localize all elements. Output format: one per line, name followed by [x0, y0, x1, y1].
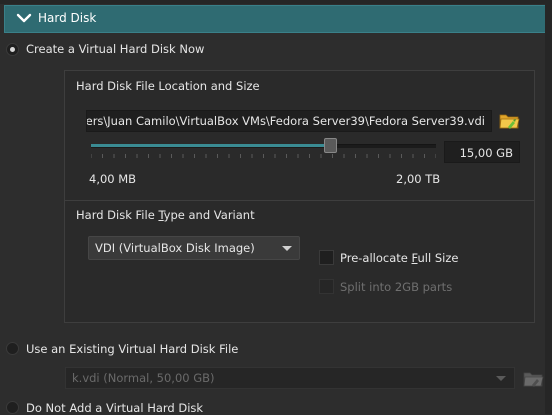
- option-do-not-add-label: Do Not Add a Virtual Hard Disk: [26, 401, 204, 415]
- slider-ticks: [91, 154, 436, 158]
- folder-open-icon[interactable]: [522, 367, 544, 389]
- dropdown-arrow-icon: [496, 376, 506, 381]
- disk-type-selected: VDI (VirtualBox Disk Image): [95, 241, 255, 255]
- type-variant-heading: Hard Disk File Type and Variant: [76, 208, 255, 222]
- disk-file-path-value: C:\Users\Juan Camilo\VirtualBox VMs\Fedo…: [86, 114, 485, 128]
- top-strip: [0, 0, 552, 4]
- right-border: [545, 0, 552, 414]
- chevron-down-icon: [16, 13, 32, 23]
- option-create-new-label: Create a Virtual Hard Disk Now: [26, 42, 205, 56]
- section-header-hard-disk[interactable]: Hard Disk: [4, 5, 547, 33]
- existing-disk-dropdown[interactable]: k.vdi (Normal, 50,00 GB): [65, 367, 515, 389]
- disk-type-dropdown[interactable]: VDI (VirtualBox Disk Image): [88, 236, 300, 260]
- dropdown-arrow-icon: [282, 246, 292, 251]
- disk-size-slider-handle[interactable]: [323, 138, 337, 153]
- disk-file-path-input[interactable]: C:\Users\Juan Camilo\VirtualBox VMs\Fedo…: [86, 110, 492, 132]
- radio-use-existing[interactable]: [6, 342, 19, 355]
- preallocate-label: Pre-allocate Full Size: [340, 251, 459, 265]
- radio-create-new[interactable]: [6, 43, 19, 56]
- split-2gb-checkbox[interactable]: [319, 279, 334, 294]
- location-size-heading: Hard Disk File Location and Size: [76, 79, 260, 93]
- disk-size-input[interactable]: 15,00 GB: [444, 141, 520, 163]
- section-title: Hard Disk: [38, 11, 97, 25]
- option-use-existing-label: Use an Existing Virtual Hard Disk File: [26, 342, 239, 356]
- disk-size-slider-fill: [91, 144, 330, 147]
- folder-open-icon[interactable]: [498, 109, 520, 131]
- existing-disk-selected: k.vdi (Normal, 50,00 GB): [72, 371, 215, 385]
- slider-min-label: 4,00 MB: [89, 172, 137, 186]
- slider-max-label: 2,00 TB: [396, 172, 441, 186]
- preallocate-checkbox[interactable]: [319, 250, 334, 265]
- split-2gb-label: Split into 2GB parts: [340, 280, 453, 294]
- radio-do-not-add[interactable]: [6, 401, 19, 414]
